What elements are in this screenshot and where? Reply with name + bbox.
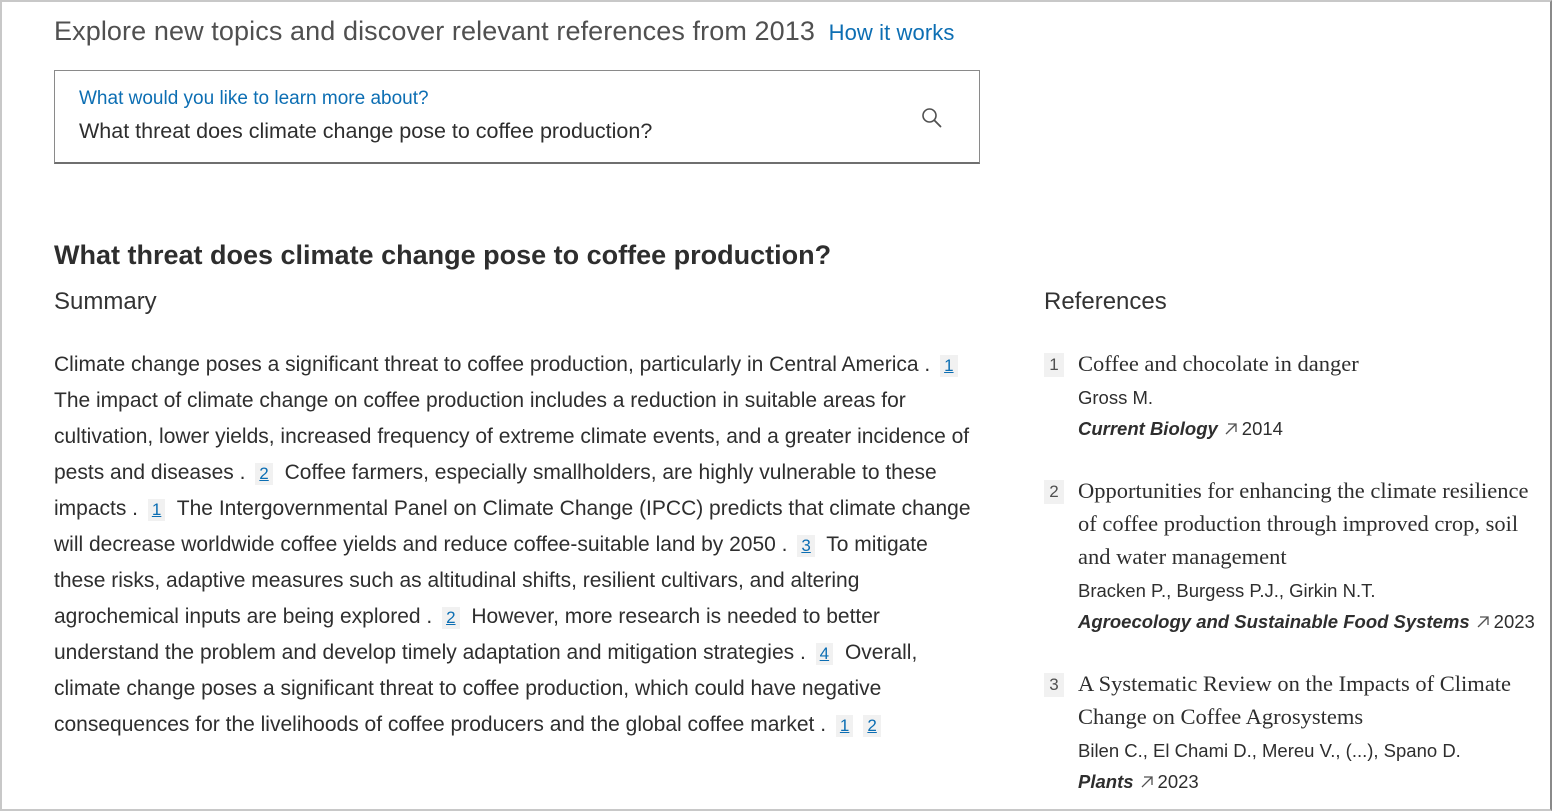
search-label: What would you like to learn more about? <box>79 88 429 109</box>
references-heading: References <box>1044 288 1167 315</box>
reference-number: 1 <box>1044 353 1064 377</box>
reference-authors: Gross M. <box>1078 387 1154 408</box>
citation-link[interactable]: 1 <box>147 499 166 521</box>
summary-text: Climate change poses a significant threa… <box>54 347 984 743</box>
citation-link[interactable]: 2 <box>863 715 881 737</box>
reference-source: Plants 2023 <box>1078 768 1544 796</box>
reference-year: 2023 <box>1493 611 1535 632</box>
reference-number: 3 <box>1044 673 1064 697</box>
external-link-icon[interactable] <box>1140 775 1154 789</box>
summary-sentence: Climate change poses a significant threa… <box>54 353 937 376</box>
reference-title[interactable]: Opportunities for enhancing the climate … <box>1078 474 1544 573</box>
reference-title[interactable]: Coffee and chocolate in danger <box>1078 347 1544 380</box>
citation-link[interactable]: 1 <box>940 355 958 377</box>
reference-year: 2014 <box>1241 418 1283 439</box>
reference-number: 2 <box>1044 480 1064 504</box>
header-title: Explore new topics and discover relevant… <box>54 16 815 46</box>
citation-link[interactable]: 3 <box>797 535 815 557</box>
reference-item: 3 A Systematic Review on the Impacts of … <box>1044 667 1544 796</box>
question-heading: What threat does climate change pose to … <box>54 240 832 270</box>
summary-heading: Summary <box>54 288 157 315</box>
reference-journal[interactable]: Plants <box>1078 771 1134 792</box>
reference-authors: Bracken P., Burgess P.J., Girkin N.T. <box>1078 580 1376 601</box>
citation-link[interactable]: 2 <box>255 463 273 485</box>
search-icon[interactable] <box>921 107 943 129</box>
citation-link[interactable]: 1 <box>835 715 854 737</box>
reference-journal[interactable]: Agroecology and Sustainable Food Systems <box>1078 611 1470 632</box>
reference-journal[interactable]: Current Biology <box>1078 418 1218 439</box>
reference-year: 2023 <box>1157 771 1199 792</box>
citation-link[interactable]: 4 <box>815 643 834 665</box>
reference-authors: Bilen C., El Chami D., Mereu V., (...), … <box>1078 740 1461 761</box>
page-frame: Explore new topics and discover relevant… <box>0 0 1552 811</box>
citation-link[interactable]: 2 <box>442 607 460 629</box>
how-it-works-link[interactable]: How it works <box>829 20 955 45</box>
reference-title[interactable]: A Systematic Review on the Impacts of Cl… <box>1078 667 1544 733</box>
reference-source: Current Biology 2014 <box>1078 415 1544 443</box>
search-input[interactable]: What would you like to learn more about?… <box>54 70 980 164</box>
search-query[interactable]: What threat does climate change pose to … <box>79 119 652 144</box>
external-link-icon[interactable] <box>1476 615 1490 629</box>
reference-item: 2 Opportunities for enhancing the climat… <box>1044 474 1544 636</box>
page-header: Explore new topics and discover relevant… <box>54 16 955 47</box>
reference-source: Agroecology and Sustainable Food Systems… <box>1078 608 1544 636</box>
external-link-icon[interactable] <box>1224 422 1238 436</box>
reference-item: 1 Coffee and chocolate in danger Gross M… <box>1044 347 1544 443</box>
